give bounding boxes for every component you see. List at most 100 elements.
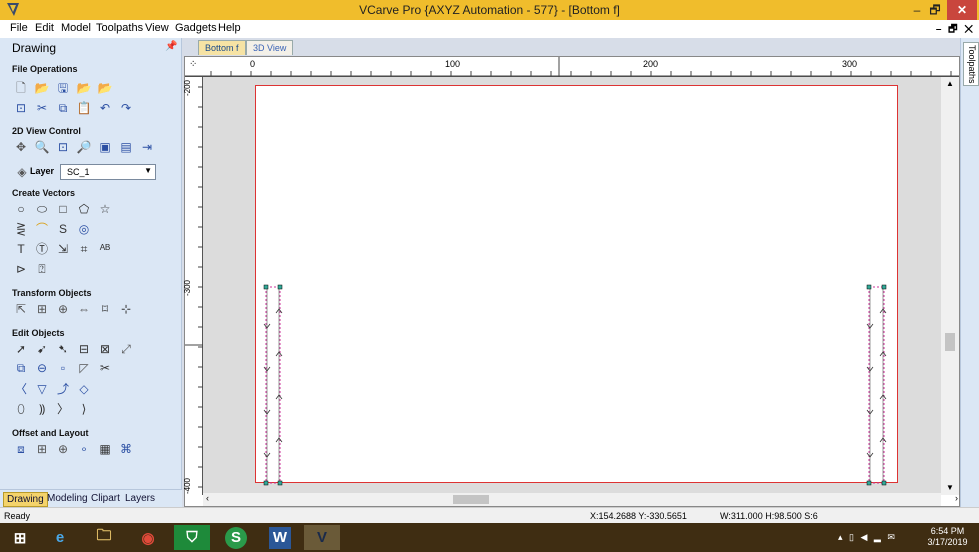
tab-icon[interactable]: ⟩ bbox=[76, 401, 92, 417]
view-toggle-icon[interactable]: ▤ bbox=[118, 139, 134, 155]
menu-toolpaths[interactable]: Toolpaths bbox=[96, 22, 143, 34]
circular-array-icon[interactable]: ⊕ bbox=[55, 441, 71, 457]
mdi-window-controls[interactable]: – 🗗 ✕ bbox=[936, 22, 975, 39]
restore-button[interactable]: 🗗 bbox=[922, 0, 948, 20]
close-vector-icon[interactable]: ▽ bbox=[34, 381, 50, 397]
internet-explorer-icon[interactable]: e bbox=[42, 525, 78, 550]
horizontal-scrollbar[interactable]: ‹ › bbox=[203, 493, 958, 506]
nesting-icon[interactable]: ▦ bbox=[97, 441, 113, 457]
tab-drawing[interactable]: Drawing bbox=[3, 492, 48, 507]
distort-icon[interactable]: ⌑ bbox=[97, 301, 113, 317]
scroll-left-icon[interactable]: ‹ bbox=[206, 493, 209, 503]
2d-viewport[interactable]: ⁘ 0 100 200 300 -200 -300 -400 ▲ ▼ ‹ › bbox=[183, 56, 960, 507]
toolpath-left[interactable] bbox=[263, 284, 283, 486]
vector-layer[interactable] bbox=[203, 77, 941, 495]
vcarve-taskbar-icon[interactable]: V bbox=[304, 525, 340, 550]
circle-icon[interactable]: ○ bbox=[13, 201, 29, 217]
tab-bottom-f[interactable]: Bottom f bbox=[198, 40, 246, 55]
tab-clipart[interactable]: Clipart bbox=[88, 492, 123, 505]
menu-file[interactable]: File bbox=[10, 22, 28, 34]
layer-dropdown[interactable]: SC_1 ▼ bbox=[60, 164, 156, 180]
node-edit-icon[interactable]: ➹ bbox=[34, 341, 50, 357]
tab-layers[interactable]: Layers bbox=[122, 492, 158, 505]
zoom-extents-icon[interactable]: ⊡ bbox=[55, 139, 71, 155]
auto-layout-text-icon[interactable]: ᴬᴮ bbox=[97, 241, 113, 257]
copy-icon[interactable]: ⧉ bbox=[55, 100, 71, 116]
scroll-up-icon[interactable]: ▲ bbox=[946, 79, 954, 88]
align-icon[interactable]: ⊹ bbox=[118, 301, 134, 317]
scroll-right-icon[interactable]: › bbox=[955, 493, 958, 503]
open-file-icon[interactable]: 📂 bbox=[34, 80, 50, 96]
ruler-origin-icon[interactable]: ⁘ bbox=[189, 59, 197, 70]
pan-icon[interactable]: ✥ bbox=[13, 139, 29, 155]
view-grid-icon[interactable]: ▣ bbox=[97, 139, 113, 155]
view-switch-icon[interactable]: ⇥ bbox=[139, 139, 155, 155]
paste-icon[interactable]: 📋 bbox=[76, 100, 92, 116]
zoom-icon[interactable]: 🔍 bbox=[34, 139, 50, 155]
chevron-right-icon[interactable]: 〉 bbox=[55, 401, 71, 417]
move-icon[interactable]: ⇱ bbox=[13, 301, 29, 317]
save-icon[interactable]: 🖫 bbox=[55, 80, 71, 96]
set-size-icon[interactable]: ⊞ bbox=[34, 301, 50, 317]
curve-fit-icon[interactable]: ⬯ bbox=[13, 401, 29, 417]
zoom-selected-icon[interactable]: 🔎 bbox=[76, 139, 92, 155]
file-explorer-icon[interactable]: 🗀 bbox=[86, 525, 122, 550]
cut-icon[interactable]: ✂ bbox=[34, 100, 50, 116]
select-icon[interactable]: ➚ bbox=[13, 341, 29, 357]
smooth-icon[interactable]: ⤴ bbox=[55, 381, 71, 397]
tab-3d-view[interactable]: 3D View bbox=[246, 40, 294, 55]
vertical-scrollbar[interactable]: ▲ ▼ bbox=[941, 77, 959, 495]
interactive-select-icon[interactable]: ➷ bbox=[55, 341, 71, 357]
adjust-text-icon[interactable]: ⌗ bbox=[76, 241, 92, 257]
group-icon[interactable]: ⊟ bbox=[76, 341, 92, 357]
toolpath-right[interactable] bbox=[866, 284, 887, 486]
new-file-icon[interactable]: 🗋 bbox=[13, 80, 29, 96]
skype-icon[interactable]: S bbox=[218, 525, 254, 550]
weld-icon[interactable]: ⧉ bbox=[13, 360, 29, 376]
horizontal-scroll-thumb[interactable] bbox=[453, 495, 489, 504]
arc-icon[interactable]: ⌒ bbox=[34, 221, 50, 237]
offset-icon[interactable]: ⧈ bbox=[13, 441, 29, 457]
text-on-curve-icon[interactable]: ⇲ bbox=[55, 241, 71, 257]
rotate-icon[interactable]: ⊕ bbox=[55, 301, 71, 317]
rectangle-icon[interactable]: □ bbox=[55, 201, 71, 217]
text-box-icon[interactable]: Ⓣ bbox=[34, 241, 50, 257]
scroll-down-icon[interactable]: ▼ bbox=[946, 483, 954, 492]
mirror-icon[interactable]: ⇔ bbox=[76, 301, 92, 317]
vertical-scroll-thumb[interactable] bbox=[945, 333, 955, 351]
polygon-icon[interactable]: ⬠ bbox=[76, 201, 92, 217]
ellipse-icon[interactable]: ⬭ bbox=[34, 201, 50, 217]
store-icon[interactable]: ⛉ bbox=[174, 525, 210, 550]
star-icon[interactable]: ☆ bbox=[97, 201, 113, 217]
menu-model[interactable]: Model bbox=[61, 22, 91, 34]
step-repeat-icon[interactable]: ⌘ bbox=[118, 441, 134, 457]
chrome-icon[interactable]: ◉ bbox=[130, 525, 166, 550]
import-icon[interactable]: 📂 bbox=[76, 80, 92, 96]
curve-icon[interactable]: S bbox=[55, 221, 71, 237]
menu-view[interactable]: View bbox=[145, 22, 169, 34]
drawing-canvas[interactable] bbox=[203, 77, 941, 495]
subtract-icon[interactable]: ⊖ bbox=[34, 360, 50, 376]
tab-modeling[interactable]: Modeling bbox=[44, 492, 91, 505]
toolpaths-tab[interactable]: Toolpaths bbox=[963, 42, 979, 86]
join-icon[interactable]: 〈 bbox=[13, 381, 29, 397]
redo-icon[interactable]: ↷ bbox=[118, 100, 134, 116]
polyline-icon[interactable]: ⋛ bbox=[13, 221, 29, 237]
dimension-icon[interactable]: ⊳ bbox=[13, 261, 29, 277]
ungroup-icon[interactable]: ⊠ bbox=[97, 341, 113, 357]
undo-icon[interactable]: ↶ bbox=[97, 100, 113, 116]
export-icon[interactable]: 📂 bbox=[97, 80, 113, 96]
intersect-icon[interactable]: ▫ bbox=[55, 360, 71, 376]
scissors-icon[interactable]: ✂ bbox=[97, 360, 113, 376]
menu-gadgets[interactable]: Gadgets bbox=[175, 22, 217, 34]
extend-icon[interactable]: ◇ bbox=[76, 381, 92, 397]
menu-help[interactable]: Help bbox=[218, 22, 241, 34]
windows-start-icon[interactable]: ⊞ bbox=[2, 525, 38, 550]
clock[interactable]: 6:54 PM 3/17/2019 bbox=[920, 526, 975, 548]
close-button[interactable]: ✕ bbox=[947, 0, 977, 20]
copy-along-vector-icon[interactable]: ∘ bbox=[76, 441, 92, 457]
word-icon[interactable]: W bbox=[262, 525, 298, 550]
job-setup-icon[interactable]: ⊡ bbox=[13, 100, 29, 116]
pin-icon[interactable]: 📌 bbox=[165, 41, 177, 52]
bracket-icon[interactable]: ⸩ bbox=[34, 401, 50, 417]
